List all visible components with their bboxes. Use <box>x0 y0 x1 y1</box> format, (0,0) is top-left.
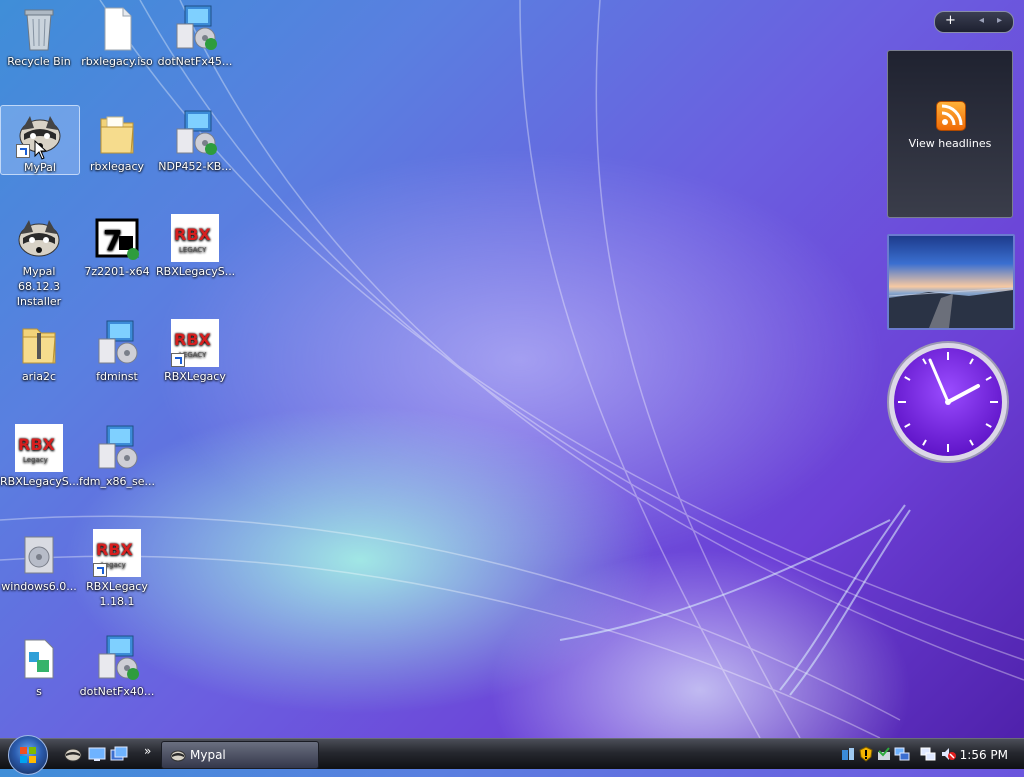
desktop-icon-windows6[interactable]: windows6.0... <box>0 525 78 625</box>
desktop-icon-fdm-x86[interactable]: fdm_x86_se... <box>78 420 156 520</box>
desktop-icon-label: fdm_x86_se... <box>78 475 156 488</box>
rbx-logo-icon: RBX Legacy <box>15 424 63 472</box>
system-tray: 1:56 PM <box>836 741 1024 767</box>
landscape-photo <box>889 287 1013 328</box>
add-gadget-button[interactable]: + <box>945 13 956 28</box>
desktop-icon-label: RBXLegacy 1.18.1 <box>86 580 148 608</box>
desktop-icon-mypal-installer[interactable]: Mypal 68.12.3 Installer <box>0 210 78 310</box>
rbx-logo-icon: RBX LEGACY <box>171 214 219 262</box>
desktop-icon-label: fdminst <box>96 370 138 383</box>
folder-icon <box>93 109 141 157</box>
installer-icon <box>93 424 141 472</box>
rss-icon <box>936 101 966 131</box>
desktop-icon-label: rbxlegacy.iso <box>81 55 153 68</box>
svg-text:Legacy: Legacy <box>23 456 48 464</box>
network-tray-icon[interactable] <box>894 746 910 762</box>
script-icon <box>15 634 63 682</box>
svg-text:LEGACY: LEGACY <box>179 246 207 254</box>
start-button[interactable] <box>8 735 48 775</box>
slideshow-gadget[interactable] <box>887 234 1015 330</box>
rbx-logo-icon: RBX LEGACY <box>171 319 219 367</box>
rbx-logo-icon: RBX Legacy <box>93 529 141 577</box>
network-connection-tray-icon[interactable] <box>920 746 936 762</box>
svg-text:RBX: RBX <box>174 330 212 349</box>
safely-remove-tray-icon[interactable] <box>876 746 892 762</box>
desktop-icon-label: windows6.0... <box>1 580 77 593</box>
taskbar: » Mypal 1:56 PM <box>0 735 1024 775</box>
update-package-icon <box>15 529 63 577</box>
desktop-icon-rbxlegacy[interactable]: RBX LEGACY RBXLegacy <box>156 315 234 415</box>
installer-icon <box>171 4 219 52</box>
clock-gadget[interactable] <box>886 340 1010 464</box>
desktop-icon-label: 7z2201-x64 <box>84 265 150 278</box>
installer-icon <box>171 109 219 157</box>
desktop-icon-fdminst[interactable]: fdminst <box>78 315 156 415</box>
sidebar-prev-button[interactable]: ◂ <box>979 15 984 26</box>
desktop-icon-label: Recycle Bin <box>7 55 71 68</box>
recycle-bin-icon <box>15 4 63 52</box>
sidebar-controls: + ◂ ▸ <box>934 11 1014 33</box>
feed-headlines-gadget[interactable]: View headlines <box>887 50 1013 218</box>
desktop-icon-label: rbxlegacy <box>89 160 145 173</box>
sidebar-next-button[interactable]: ▸ <box>997 15 1002 26</box>
desktop-icon-label: dotNetFx40... <box>79 685 155 698</box>
file-icon <box>93 4 141 52</box>
desktop-icon-s[interactable]: s <box>0 630 78 730</box>
desktop-icon-rbxlegacy-iso[interactable]: rbxlegacy.iso <box>78 0 156 100</box>
raccoon-icon <box>15 214 63 262</box>
switch-windows-icon[interactable] <box>110 746 128 762</box>
desktop-icon-label: NDP452-KB... <box>158 160 232 173</box>
show-desktop-icon[interactable] <box>88 746 106 762</box>
installer-icon <box>93 319 141 367</box>
zip-folder-icon <box>15 319 63 367</box>
installer-icon <box>93 634 141 682</box>
shortcut-arrow-icon <box>93 563 107 577</box>
shortcut-arrow-icon <box>16 144 30 158</box>
desktop-icon-label: RBXLegacyS... <box>0 475 80 488</box>
desktop-icon-aria2c[interactable]: aria2c <box>0 315 78 415</box>
desktop-icon-label: MyPal <box>24 161 56 174</box>
taskbar-button-mypal[interactable]: Mypal <box>161 741 319 769</box>
desktop-icon-label: dotNetFx45... <box>157 55 233 68</box>
mypal-quicklaunch-icon[interactable] <box>64 746 82 762</box>
desktop-icon-label: RBXLegacyS... <box>156 265 236 278</box>
svg-text:RBX: RBX <box>174 225 212 244</box>
windows-update-tray-icon[interactable] <box>840 746 856 762</box>
volume-muted-tray-icon[interactable] <box>940 746 956 762</box>
quicklaunch-overflow-icon[interactable]: » <box>144 744 162 760</box>
shortcut-arrow-icon <box>171 353 185 367</box>
desktop-icon-rbxlegacy-folder[interactable]: rbxlegacy <box>78 105 156 205</box>
desktop-icon-label: s <box>36 685 42 698</box>
7zip-icon: 7 <box>93 214 141 262</box>
desktop-icon-recycle-bin[interactable]: Recycle Bin <box>0 0 78 100</box>
mypal-task-icon <box>170 750 186 762</box>
svg-text:RBX: RBX <box>18 435 56 454</box>
svg-text:RBX: RBX <box>96 540 134 559</box>
desktop-icon-ndp452[interactable]: NDP452-KB... <box>156 105 234 205</box>
taskbar-clock[interactable]: 1:56 PM <box>960 748 1008 762</box>
taskbar-button-label: Mypal <box>190 748 226 762</box>
analog-clock <box>887 341 1009 463</box>
desktop-icon-dotnetfx40[interactable]: dotNetFx40... <box>78 630 156 730</box>
desktop-icon-rbxlegacys-2[interactable]: RBX Legacy RBXLegacyS... <box>0 420 80 520</box>
desktop-icon-label: RBXLegacy <box>164 370 226 383</box>
windows-logo-icon <box>20 747 36 763</box>
view-headlines-link[interactable]: View headlines <box>888 137 1012 150</box>
desktop-icon-rbxlegacys-1[interactable]: RBX LEGACY RBXLegacyS... <box>156 210 236 310</box>
mouse-cursor-icon <box>34 140 48 160</box>
desktop-icon-label: aria2c <box>21 370 57 383</box>
desktop-icon-rbxlegacy-1181[interactable]: RBX Legacy RBXLegacy 1.18.1 <box>78 525 156 625</box>
desktop-icon-dotnetfx45[interactable]: dotNetFx45... <box>156 0 234 100</box>
desktop-icon-7zip[interactable]: 7 7z2201-x64 <box>78 210 156 310</box>
desktop-icon-label: Mypal 68.12.3 Installer <box>16 265 62 308</box>
security-shield-tray-icon[interactable] <box>858 746 874 762</box>
